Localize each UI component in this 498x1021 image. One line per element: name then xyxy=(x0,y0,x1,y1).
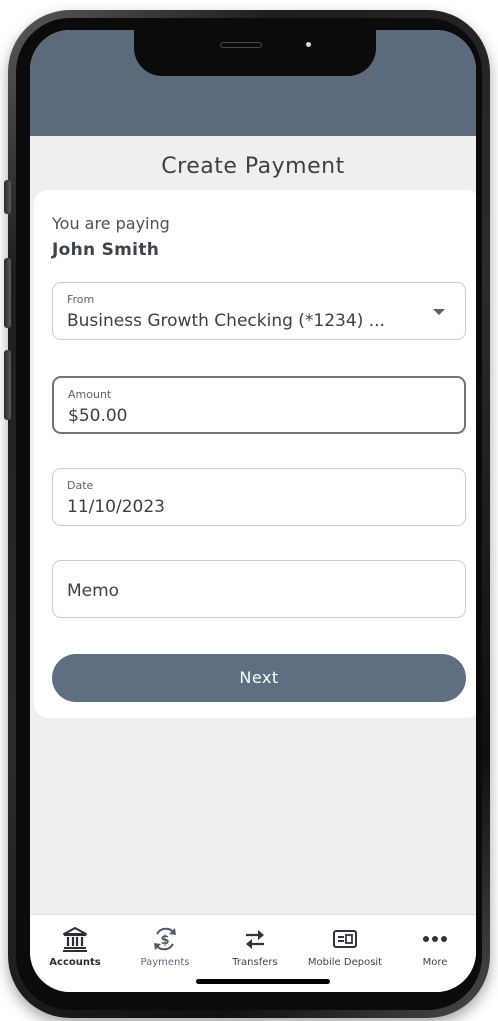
from-account-select[interactable]: From Business Growth Checking (*1234) ..… xyxy=(52,282,466,340)
amount-value: $50.00 xyxy=(68,406,128,426)
from-value: Business Growth Checking (*1234) ... xyxy=(67,311,385,331)
tab-accounts[interactable]: Accounts xyxy=(30,925,120,968)
more-dots-icon xyxy=(390,925,476,953)
payment-refresh-icon: $ xyxy=(120,925,210,953)
tab-payments-label: Payments xyxy=(140,957,190,968)
volume-up-button xyxy=(4,258,11,328)
tab-mobile-deposit-label: Mobile Deposit xyxy=(307,957,383,968)
memo-field[interactable]: Memo xyxy=(52,560,466,618)
payment-form-card: You are paying John Smith From Business … xyxy=(34,190,476,718)
status-bar xyxy=(30,30,476,136)
svg-text:$: $ xyxy=(160,933,169,948)
mute-switch xyxy=(4,180,11,214)
next-button[interactable]: Next xyxy=(52,654,466,702)
date-value: 11/10/2023 xyxy=(67,497,165,517)
volume-down-button xyxy=(4,350,11,420)
chevron-down-icon xyxy=(433,309,445,315)
payee-label: You are paying xyxy=(52,214,170,233)
tab-more[interactable]: More xyxy=(390,925,476,968)
tab-accounts-label: Accounts xyxy=(49,957,101,968)
from-label: From xyxy=(67,293,95,306)
tab-payments[interactable]: $ Payments xyxy=(120,925,210,968)
check-deposit-icon xyxy=(300,925,390,953)
bank-icon xyxy=(30,925,120,953)
amount-field[interactable]: Amount $50.00 xyxy=(52,376,466,434)
transfer-arrows-icon xyxy=(210,925,300,953)
payee-name: John Smith xyxy=(52,240,160,260)
front-camera xyxy=(306,42,311,47)
tab-transfers-label: Transfers xyxy=(232,957,278,968)
app-screen: Create Payment You are paying John Smith… xyxy=(30,30,476,992)
notch xyxy=(134,30,376,76)
date-field[interactable]: Date 11/10/2023 xyxy=(52,468,466,526)
page-title: Create Payment xyxy=(161,154,345,179)
amount-label: Amount xyxy=(68,388,112,401)
home-indicator[interactable] xyxy=(196,979,330,984)
memo-placeholder: Memo xyxy=(67,581,120,601)
date-label: Date xyxy=(67,479,94,492)
speaker-grill xyxy=(220,42,262,48)
tab-more-label: More xyxy=(422,957,448,968)
tab-transfers[interactable]: Transfers xyxy=(210,925,300,968)
tab-mobile-deposit[interactable]: Mobile Deposit xyxy=(300,925,390,968)
